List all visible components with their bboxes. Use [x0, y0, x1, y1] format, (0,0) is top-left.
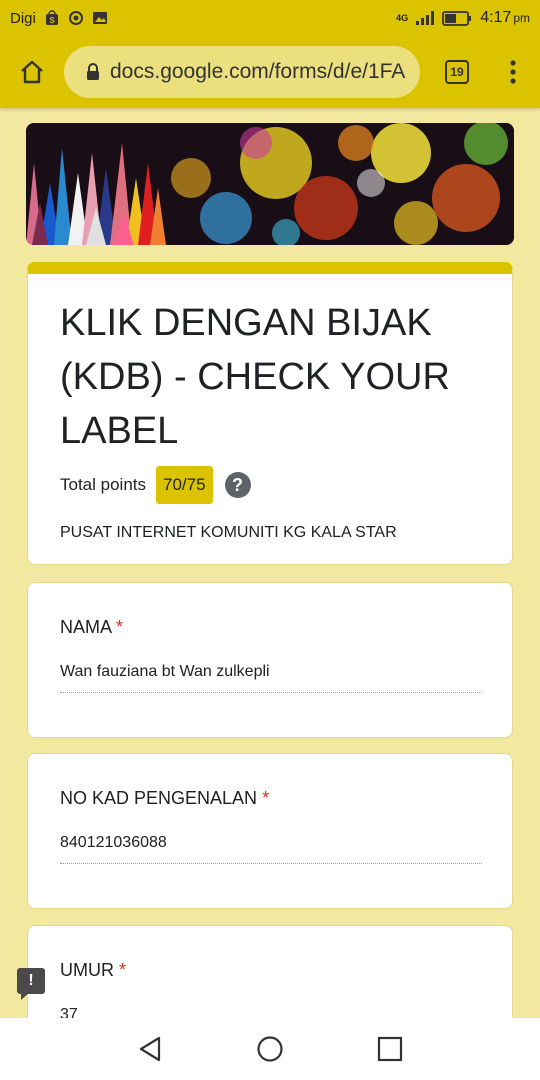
form-title: KLIK DENGAN BIJAK (KDB) - CHECK YOUR LAB… — [60, 302, 450, 452]
question-label: NO KAD PENGENALAN * — [60, 788, 480, 809]
lock-icon — [87, 63, 99, 80]
clock: 4:17 pm — [480, 9, 530, 27]
browser-toolbar: docs.google.com/forms/d/e/1FA 19 — [0, 36, 540, 108]
home-button[interactable] — [0, 36, 64, 108]
clock-ampm: pm — [513, 11, 530, 25]
battery-icon — [442, 10, 472, 26]
home-nav-icon — [257, 1036, 283, 1062]
required-mark: * — [116, 617, 124, 637]
question-card: UMUR * 37 — [27, 925, 513, 1018]
question-label: NAMA * — [60, 617, 480, 638]
question-title: UMUR — [60, 960, 114, 980]
recents-icon — [377, 1036, 403, 1062]
browser-menu-button[interactable] — [488, 36, 538, 108]
more-vert-icon — [510, 60, 516, 84]
tab-switcher-button[interactable]: 19 — [426, 36, 488, 108]
question-card: NAMA * Wan fauziana bt Wan zulkepli — [27, 582, 513, 738]
form-title-card: KLIK DENGAN BIJAK (KDB) - CHECK YOUR LAB… — [27, 262, 513, 565]
camera-icon — [68, 11, 83, 25]
network-type: 4G — [396, 13, 409, 23]
points-label: Total points — [60, 475, 146, 494]
url-text: docs.google.com/forms/d/e/1FA — [110, 60, 406, 83]
form-description: PUSAT INTERNET KOMUNITI KG KALA STAR — [60, 524, 397, 541]
carrier-label: Digi — [10, 9, 36, 27]
required-mark: * — [262, 788, 270, 808]
answer-field[interactable]: Wan fauziana bt Wan zulkepli — [60, 663, 482, 693]
question-label: UMUR * — [60, 960, 480, 981]
signal-icon — [416, 11, 435, 25]
back-button[interactable] — [120, 1019, 180, 1079]
tab-count: 19 — [450, 65, 464, 79]
feedback-icon[interactable]: ! — [17, 968, 45, 1000]
form-header-image — [26, 123, 514, 245]
back-icon — [139, 1036, 161, 1062]
address-bar[interactable]: docs.google.com/forms/d/e/1FA — [64, 46, 420, 98]
status-bar: Digi S 4G 4:17 pm — [0, 0, 540, 36]
required-mark: * — [119, 960, 127, 980]
help-icon[interactable]: ? — [224, 472, 251, 498]
points-badge: 70/75 — [156, 466, 213, 504]
answer-field[interactable]: 37 — [60, 1006, 482, 1018]
question-title: NO KAD PENGENALAN — [60, 788, 258, 808]
answer-field[interactable]: 840121036088 — [60, 834, 482, 864]
image-icon — [92, 12, 107, 24]
points-row: Total points 70/75 ? — [60, 466, 480, 504]
question-card: NO KAD PENGENALAN * 840121036088 — [27, 753, 513, 909]
question-title: NAMA — [60, 617, 112, 637]
home-icon — [21, 60, 43, 84]
pencils-bokeh-image — [26, 123, 514, 245]
system-nav-bar — [0, 1018, 540, 1080]
svg-text:S: S — [49, 16, 55, 25]
clock-time: 4:17 — [480, 9, 512, 26]
shopee-icon: S — [45, 10, 58, 25]
home-nav-button[interactable] — [240, 1019, 300, 1079]
tabs-icon: 19 — [445, 60, 469, 84]
form-page[interactable]: KLIK DENGAN BIJAK (KDB) - CHECK YOUR LAB… — [0, 108, 540, 1018]
recents-button[interactable] — [360, 1019, 420, 1079]
